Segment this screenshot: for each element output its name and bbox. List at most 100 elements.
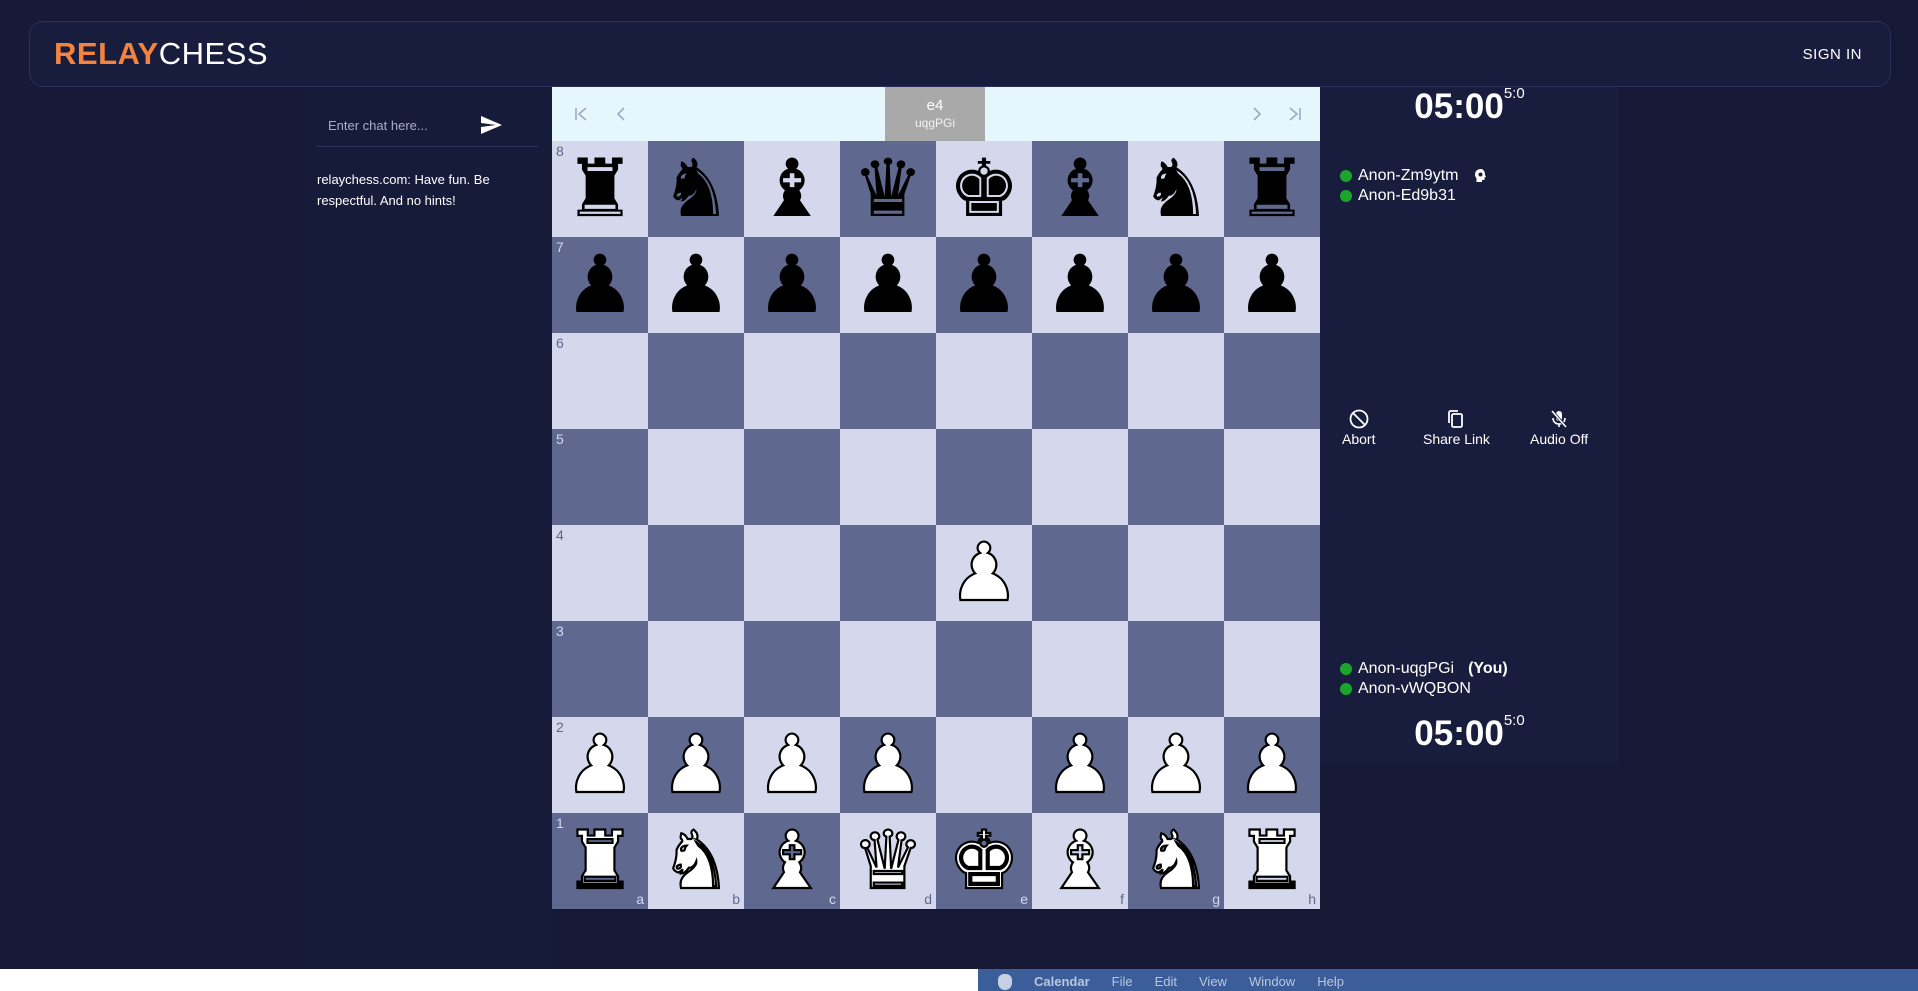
- square-c5[interactable]: [744, 429, 840, 525]
- square-h2[interactable]: ♟: [1224, 717, 1320, 813]
- square-h4[interactable]: [1224, 525, 1320, 621]
- square-c6[interactable]: [744, 333, 840, 429]
- square-f5[interactable]: [1032, 429, 1128, 525]
- apple-icon[interactable]: [998, 974, 1012, 990]
- player-row[interactable]: Anon-uqgPGi (You): [1340, 659, 1508, 679]
- square-f7[interactable]: ♟: [1032, 237, 1128, 333]
- white-pawn-icon[interactable]: ♟: [840, 717, 936, 813]
- white-pawn-icon[interactable]: ♟: [1032, 717, 1128, 813]
- square-f2[interactable]: ♟: [1032, 717, 1128, 813]
- square-b3[interactable]: [648, 621, 744, 717]
- square-h3[interactable]: [1224, 621, 1320, 717]
- black-pawn-icon[interactable]: ♟: [1224, 237, 1320, 333]
- square-d6[interactable]: [840, 333, 936, 429]
- player-row[interactable]: Anon-Zm9ytm: [1340, 166, 1490, 186]
- square-b7[interactable]: ♟: [648, 237, 744, 333]
- black-queen-icon[interactable]: ♛: [840, 141, 936, 237]
- os-menu-view[interactable]: View: [1199, 973, 1227, 991]
- os-menu-app-name[interactable]: Calendar: [1034, 973, 1090, 991]
- white-knight-icon[interactable]: ♞: [1128, 813, 1224, 909]
- square-e6[interactable]: [936, 333, 1032, 429]
- square-c2[interactable]: ♟: [744, 717, 840, 813]
- square-d7[interactable]: ♟: [840, 237, 936, 333]
- square-e8[interactable]: ♚: [936, 141, 1032, 237]
- square-d5[interactable]: [840, 429, 936, 525]
- square-a7[interactable]: 7 ♟: [552, 237, 648, 333]
- share-link-button[interactable]: Share Link: [1423, 407, 1490, 447]
- white-pawn-icon[interactable]: ♟: [648, 717, 744, 813]
- white-king-icon[interactable]: ♚: [936, 813, 1032, 909]
- square-b4[interactable]: [648, 525, 744, 621]
- square-a8[interactable]: 8 ♜: [552, 141, 648, 237]
- square-e7[interactable]: ♟: [936, 237, 1032, 333]
- square-h6[interactable]: [1224, 333, 1320, 429]
- square-d4[interactable]: [840, 525, 936, 621]
- square-f4[interactable]: [1032, 525, 1128, 621]
- square-h7[interactable]: ♟: [1224, 237, 1320, 333]
- black-pawn-icon[interactable]: ♟: [1032, 237, 1128, 333]
- square-f1[interactable]: f ♝: [1032, 813, 1128, 909]
- square-g2[interactable]: ♟: [1128, 717, 1224, 813]
- next-move-button[interactable]: [1242, 99, 1272, 129]
- black-knight-icon[interactable]: ♞: [1128, 141, 1224, 237]
- audio-toggle-button[interactable]: Audio Off: [1530, 407, 1588, 447]
- white-pawn-icon[interactable]: ♟: [744, 717, 840, 813]
- square-f8[interactable]: ♝: [1032, 141, 1128, 237]
- square-b2[interactable]: ♟: [648, 717, 744, 813]
- white-pawn-icon[interactable]: ♟: [1224, 717, 1320, 813]
- square-a6[interactable]: 6: [552, 333, 648, 429]
- square-f3[interactable]: [1032, 621, 1128, 717]
- square-h8[interactable]: ♜: [1224, 141, 1320, 237]
- square-b8[interactable]: ♞: [648, 141, 744, 237]
- black-knight-icon[interactable]: ♞: [648, 141, 744, 237]
- square-b6[interactable]: [648, 333, 744, 429]
- last-move-button[interactable]: [1280, 99, 1310, 129]
- square-d3[interactable]: [840, 621, 936, 717]
- player-row[interactable]: Anon-vWQBON: [1340, 679, 1508, 699]
- black-king-icon[interactable]: ♚: [936, 141, 1032, 237]
- square-c1[interactable]: c ♝: [744, 813, 840, 909]
- os-menu-edit[interactable]: Edit: [1155, 973, 1177, 991]
- white-bishop-icon[interactable]: ♝: [1032, 813, 1128, 909]
- square-f6[interactable]: [1032, 333, 1128, 429]
- square-a3[interactable]: 3: [552, 621, 648, 717]
- white-rook-icon[interactable]: ♜: [1224, 813, 1320, 909]
- square-b5[interactable]: [648, 429, 744, 525]
- square-a1[interactable]: 1 a ♜: [552, 813, 648, 909]
- white-bishop-icon[interactable]: ♝: [744, 813, 840, 909]
- black-rook-icon[interactable]: ♜: [1224, 141, 1320, 237]
- square-g7[interactable]: ♟: [1128, 237, 1224, 333]
- black-bishop-icon[interactable]: ♝: [1032, 141, 1128, 237]
- player-row[interactable]: Anon-Ed9b31: [1340, 186, 1490, 206]
- abort-button[interactable]: Abort: [1342, 407, 1375, 447]
- square-e5[interactable]: [936, 429, 1032, 525]
- square-a5[interactable]: 5: [552, 429, 648, 525]
- chess-board[interactable]: 8 ♜ ♞ ♝ ♛ ♚ ♝ ♞ ♜ 7 ♟ ♟ ♟ ♟ ♟ ♟ ♟ ♟ 6 5 4 ♟ 3 2 ♟ ♟ ♟ ♟ ♟ ♟ ♟ 1 a ♜ b ♞ c ♝ d ♛…: [552, 141, 1320, 909]
- white-rook-icon[interactable]: ♜: [552, 813, 648, 909]
- white-pawn-icon[interactable]: ♟: [1128, 717, 1224, 813]
- square-e2[interactable]: [936, 717, 1032, 813]
- move-chip-current[interactable]: e4 uqgPGi: [885, 87, 985, 141]
- white-knight-icon[interactable]: ♞: [648, 813, 744, 909]
- black-pawn-icon[interactable]: ♟: [1128, 237, 1224, 333]
- square-c3[interactable]: [744, 621, 840, 717]
- square-c8[interactable]: ♝: [744, 141, 840, 237]
- square-g5[interactable]: [1128, 429, 1224, 525]
- square-b1[interactable]: b ♞: [648, 813, 744, 909]
- white-queen-icon[interactable]: ♛: [840, 813, 936, 909]
- square-g1[interactable]: g ♞: [1128, 813, 1224, 909]
- first-move-button[interactable]: [566, 99, 596, 129]
- send-button[interactable]: [478, 113, 504, 137]
- black-pawn-icon[interactable]: ♟: [744, 237, 840, 333]
- square-g3[interactable]: [1128, 621, 1224, 717]
- sign-in-button[interactable]: SIGN IN: [1803, 46, 1862, 63]
- black-pawn-icon[interactable]: ♟: [840, 237, 936, 333]
- square-d2[interactable]: ♟: [840, 717, 936, 813]
- white-pawn-icon[interactable]: ♟: [936, 525, 1032, 621]
- white-pawn-icon[interactable]: ♟: [552, 717, 648, 813]
- square-c7[interactable]: ♟: [744, 237, 840, 333]
- os-menu-file[interactable]: File: [1112, 973, 1133, 991]
- square-g6[interactable]: [1128, 333, 1224, 429]
- square-h1[interactable]: h ♜: [1224, 813, 1320, 909]
- square-e1[interactable]: e ♚: [936, 813, 1032, 909]
